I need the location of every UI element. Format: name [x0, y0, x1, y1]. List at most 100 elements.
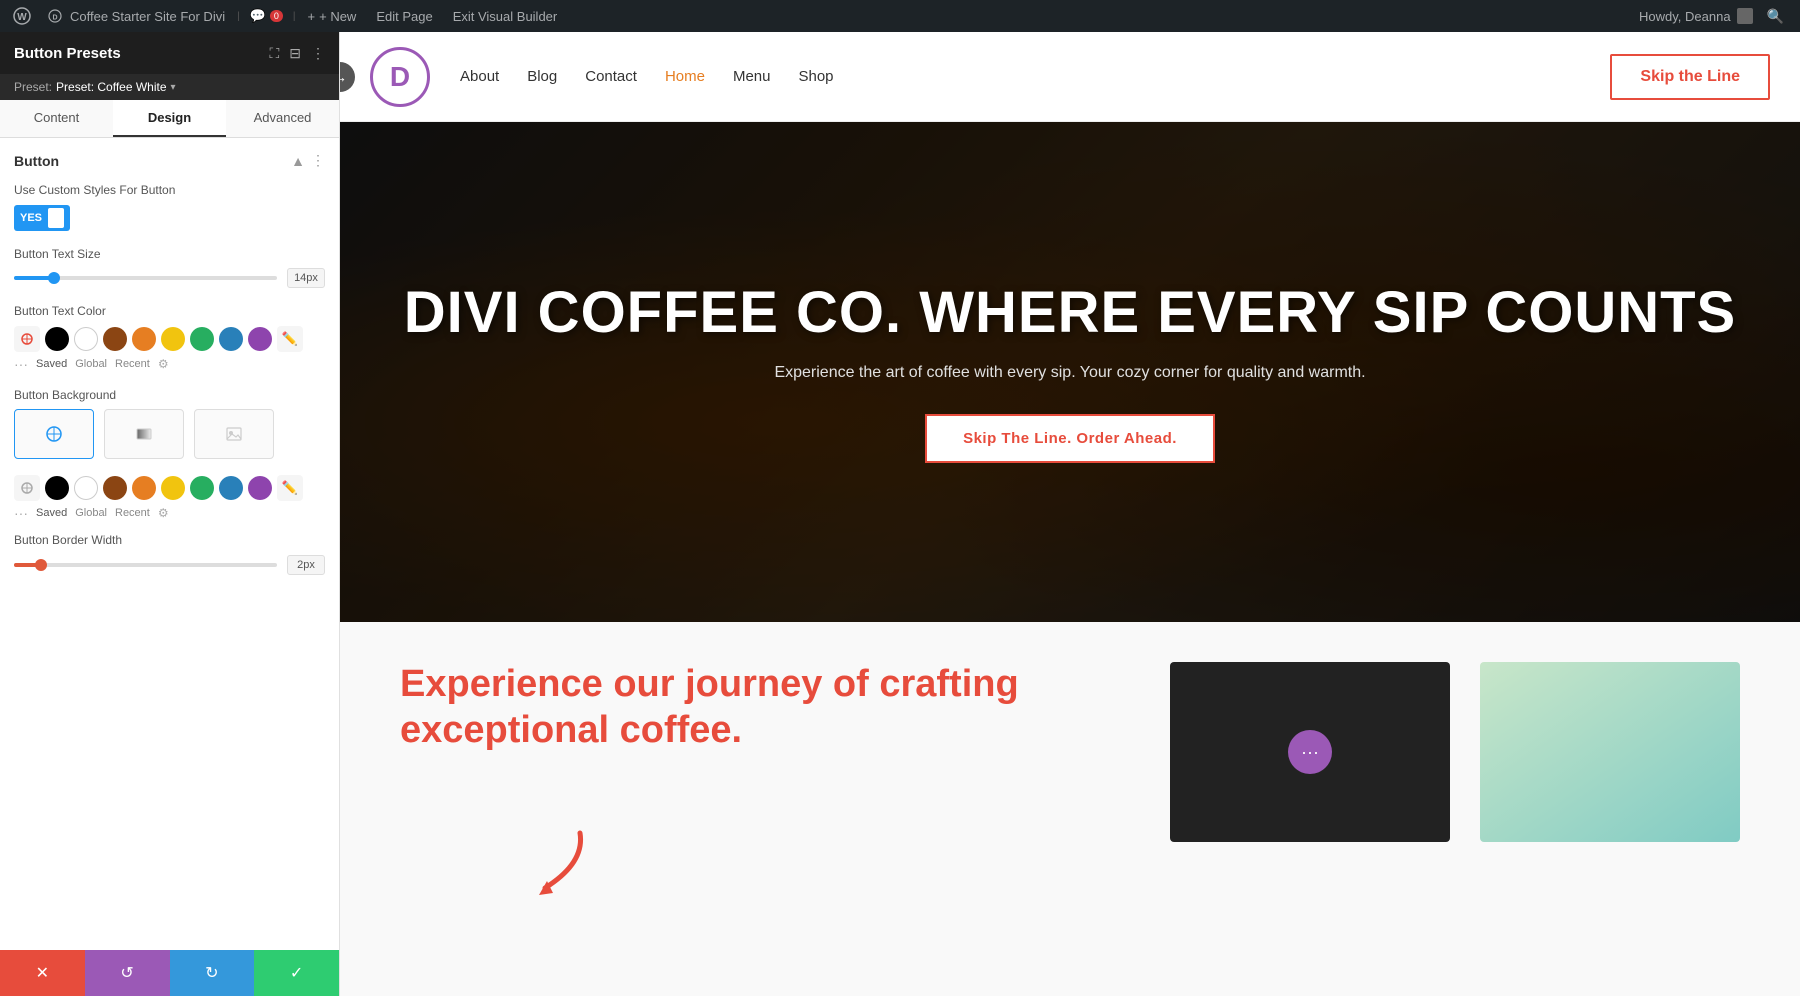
- hero-title: DIVI COFFEE CO. WHERE EVERY SIP COUNTS: [404, 281, 1736, 345]
- text-size-value[interactable]: 14px: [287, 268, 325, 288]
- border-dots-icon[interactable]: ···: [14, 505, 28, 521]
- nav-shop[interactable]: Shop: [798, 68, 833, 85]
- sidebar-panel: Button Presets ⛶ ⊟ ⋮ Preset: Preset: Cof…: [0, 32, 340, 996]
- custom-styles-toggle-wrapper: YES: [14, 205, 325, 231]
- tab-advanced[interactable]: Advanced: [226, 100, 339, 137]
- site-navigation: About Blog Contact Home Menu Shop: [460, 68, 834, 85]
- bottom-color-row: ✏️ ··· Saved Global Recent ⚙: [14, 475, 325, 521]
- color-recent-label: Recent: [115, 358, 150, 370]
- border-settings-icon[interactable]: ⚙: [158, 506, 169, 520]
- admin-search-icon[interactable]: 🔍: [1759, 8, 1792, 25]
- color-settings-icon[interactable]: ⚙: [158, 357, 169, 371]
- comments-icon[interactable]: 💬 0: [244, 8, 289, 24]
- section-edit-handle[interactable]: ↔: [340, 62, 355, 92]
- color-meta-row: ··· Saved Global Recent ⚙: [14, 356, 325, 372]
- color-swatch-white[interactable]: [74, 327, 98, 351]
- sidebar-tabs: Content Design Advanced: [0, 100, 339, 138]
- user-avatar: [1737, 8, 1753, 24]
- fullscreen-icon[interactable]: ⛶: [269, 45, 279, 62]
- reset-button[interactable]: ↺: [85, 950, 170, 996]
- nav-blog[interactable]: Blog: [527, 68, 557, 85]
- color-swatch-green[interactable]: [190, 327, 214, 351]
- border-color-swatches: ✏️: [14, 475, 325, 501]
- text-color-swatches: ✏️: [14, 326, 325, 352]
- tab-design[interactable]: Design: [113, 100, 226, 137]
- text-size-slider-row: 14px: [14, 268, 325, 288]
- panels-icon[interactable]: ⊟: [289, 45, 301, 62]
- tab-content[interactable]: Content: [0, 100, 113, 137]
- wp-logo-icon[interactable]: W: [8, 2, 36, 30]
- cancel-button[interactable]: ✕: [0, 950, 85, 996]
- sidebar-header-icons: ⛶ ⊟ ⋮: [269, 45, 325, 62]
- redo-button[interactable]: ↻: [170, 950, 255, 996]
- bg-options: [14, 409, 325, 459]
- pencil-icon[interactable]: ✏️: [277, 326, 303, 352]
- border-width-value[interactable]: 2px: [287, 555, 325, 575]
- border-saved-label: Saved: [36, 507, 67, 519]
- border-width-slider-row: 2px: [14, 555, 325, 575]
- button-bg-field: Button Background: [14, 388, 325, 460]
- color-swatch-amber[interactable]: [132, 327, 156, 351]
- hero-content: DIVI COFFEE CO. WHERE EVERY SIP COUNTS E…: [340, 122, 1800, 622]
- color-global-label: Global: [75, 358, 107, 370]
- custom-styles-toggle[interactable]: YES: [14, 205, 70, 231]
- border-swatch-brown[interactable]: [103, 476, 127, 500]
- border-swatch-green[interactable]: [190, 476, 214, 500]
- preset-name: Preset: Coffee White: [56, 80, 167, 94]
- color-swatch-purple[interactable]: [248, 327, 272, 351]
- save-button[interactable]: ✓: [254, 950, 339, 996]
- border-slider-thumb[interactable]: [35, 559, 47, 571]
- nav-about[interactable]: About: [460, 68, 499, 85]
- border-width-field: Button Border Width 2px: [14, 533, 325, 575]
- border-global-label: Global: [75, 507, 107, 519]
- border-swatch-white[interactable]: [74, 476, 98, 500]
- section-more-icon[interactable]: ⋮: [311, 152, 325, 169]
- below-hero-section: Experience our journey of crafting excep…: [340, 622, 1800, 996]
- border-recent-label: Recent: [115, 507, 150, 519]
- color-swatch-brown[interactable]: [103, 327, 127, 351]
- svg-text:D: D: [52, 15, 57, 22]
- border-swatch-yellow[interactable]: [161, 476, 185, 500]
- sidebar-bottom-bar: ✕ ↺ ↻ ✓: [0, 950, 339, 996]
- edit-page-link[interactable]: Edit Page: [368, 9, 440, 24]
- color-swatch-blue[interactable]: [219, 327, 243, 351]
- wp-site-name[interactable]: D Coffee Starter Site For Divi: [40, 9, 233, 24]
- color-swatch-yellow[interactable]: [161, 327, 185, 351]
- eyedropper-icon[interactable]: [14, 326, 40, 352]
- border-width-slider[interactable]: [14, 563, 277, 567]
- bg-color-option[interactable]: [14, 409, 94, 459]
- text-size-slider[interactable]: [14, 276, 277, 280]
- border-pencil-icon[interactable]: ✏️: [277, 475, 303, 501]
- more-options-icon[interactable]: ⋮: [311, 45, 325, 62]
- custom-styles-label: Use Custom Styles For Button: [14, 183, 325, 199]
- slider-thumb[interactable]: [48, 272, 60, 284]
- play-button[interactable]: ···: [1288, 730, 1332, 774]
- border-swatch-amber[interactable]: [132, 476, 156, 500]
- image-card: [1480, 662, 1740, 842]
- site-logo: D: [370, 47, 430, 107]
- button-section-title: Button: [14, 153, 59, 169]
- border-swatch-blue[interactable]: [219, 476, 243, 500]
- exit-builder-link[interactable]: Exit Visual Builder: [445, 9, 566, 24]
- nav-menu[interactable]: Menu: [733, 68, 771, 85]
- nav-home[interactable]: Home: [665, 68, 705, 85]
- svg-text:W: W: [17, 12, 27, 23]
- color-saved-label: Saved: [36, 358, 67, 370]
- new-menu[interactable]: + + New: [300, 9, 365, 24]
- hero-cta-button[interactable]: Skip The Line. Order Ahead.: [925, 414, 1215, 463]
- sidebar-header: Button Presets ⛶ ⊟ ⋮: [0, 32, 339, 74]
- preset-bar: Preset: Preset: Coffee White ▾: [0, 74, 339, 100]
- border-width-label: Button Border Width: [14, 533, 325, 549]
- border-eyedropper-icon[interactable]: [14, 475, 40, 501]
- toggle-knob: [48, 208, 64, 228]
- dots-icon[interactable]: ···: [14, 356, 28, 372]
- border-swatch-black[interactable]: [45, 476, 69, 500]
- bg-image-option[interactable]: [194, 409, 274, 459]
- border-swatch-purple[interactable]: [248, 476, 272, 500]
- color-swatch-black[interactable]: [45, 327, 69, 351]
- collapse-icon[interactable]: ▲: [291, 153, 305, 169]
- skip-line-nav-button[interactable]: Skip the Line: [1610, 54, 1770, 100]
- nav-contact[interactable]: Contact: [585, 68, 637, 85]
- preset-chevron-icon[interactable]: ▾: [171, 82, 176, 93]
- bg-gradient-option[interactable]: [104, 409, 184, 459]
